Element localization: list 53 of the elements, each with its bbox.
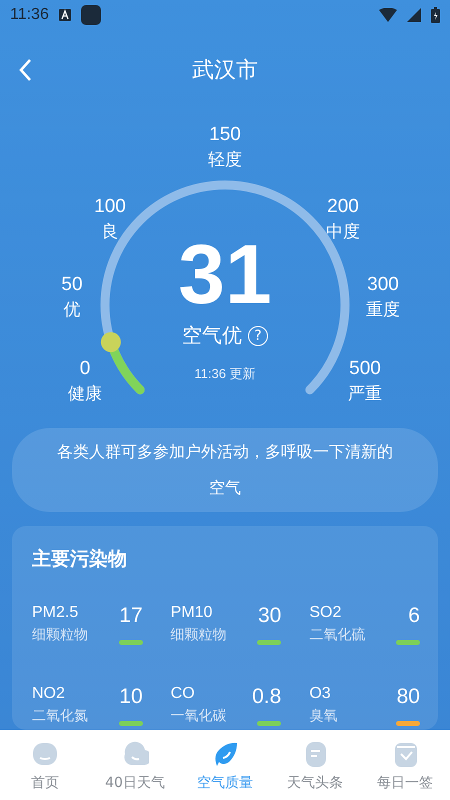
pollutant-description: 细颗粒物: [170, 626, 227, 644]
pollutant-name: O3: [309, 685, 332, 703]
pollutant-name: PM2.5: [32, 604, 80, 622]
nav-tab[interactable]: 空气质量: [180, 730, 270, 800]
help-icon[interactable]: ?: [248, 326, 268, 346]
pollutant-value: 80: [396, 685, 420, 709]
gauge-tick-label: 健康: [68, 383, 102, 405]
back-icon: [18, 58, 32, 82]
gauge-tick-label: 重度: [366, 299, 400, 321]
pollutant-name: CO: [170, 685, 196, 703]
air-quality-label: 空气优: [182, 322, 242, 349]
pollutant-description: 一氧化碳: [170, 707, 227, 725]
wifi-icon: [379, 8, 397, 22]
gauge-tick-label: 轻度: [208, 149, 242, 171]
pollutant-value: 10: [118, 685, 143, 709]
pollutant-value: 30: [257, 604, 282, 628]
app-icon: [80, 5, 101, 25]
status-time: 11:36: [10, 6, 49, 24]
gauge-fill: [100, 332, 145, 394]
battery-icon: [431, 7, 440, 23]
pollutant-value: 6: [407, 604, 420, 628]
gauge-tick-value: 300: [367, 274, 399, 296]
pollutant-description: 臭氧: [309, 707, 338, 725]
pollutant-value: 17: [118, 604, 143, 628]
pollutant-description: 细颗粒物: [32, 626, 88, 644]
nav-tab[interactable]: 天气头条: [270, 730, 360, 800]
nav-tab[interactable]: 每日一签: [360, 730, 450, 800]
gauge-tick-value: 100: [94, 196, 126, 218]
advice-text: 各类人群可多参加户外活动，多呼吸一下清新的空气: [12, 428, 438, 512]
signal-icon: [407, 8, 421, 22]
pollutant-name: NO2: [32, 685, 66, 703]
gauge-tick-value: 500: [349, 358, 381, 380]
pollutant-description: 二氧化氮: [32, 707, 88, 725]
gauge-tick-value: 50: [61, 274, 83, 296]
pollutant-name: SO2: [309, 604, 342, 622]
card-title: 主要污染物: [32, 547, 128, 572]
pollutant-value: 0.8: [252, 685, 282, 709]
face-icon: [31, 740, 59, 768]
gauge-tick-label: 严重: [348, 383, 382, 405]
keyboard-icon: [58, 9, 71, 21]
gauge-tick-value: 150: [209, 124, 241, 146]
gauge-tick-label: 中度: [326, 221, 360, 243]
gauge-tick-label: 优: [64, 299, 80, 321]
aqi-value: 31: [178, 230, 272, 318]
pollutant-description: 二氧化硫: [309, 626, 366, 644]
pollutant-name: PM10: [170, 604, 214, 622]
city-title: 武汉市: [192, 57, 258, 85]
nav-tab[interactable]: 首页: [0, 730, 90, 800]
nav-tab[interactable]: 40日天气: [90, 730, 180, 800]
gauge-tick-label: 良: [102, 221, 118, 243]
gauge-tick-value: 200: [327, 196, 359, 218]
gauge-tick-value: 0: [80, 358, 90, 380]
update-time: 11:36 更新: [194, 365, 256, 383]
